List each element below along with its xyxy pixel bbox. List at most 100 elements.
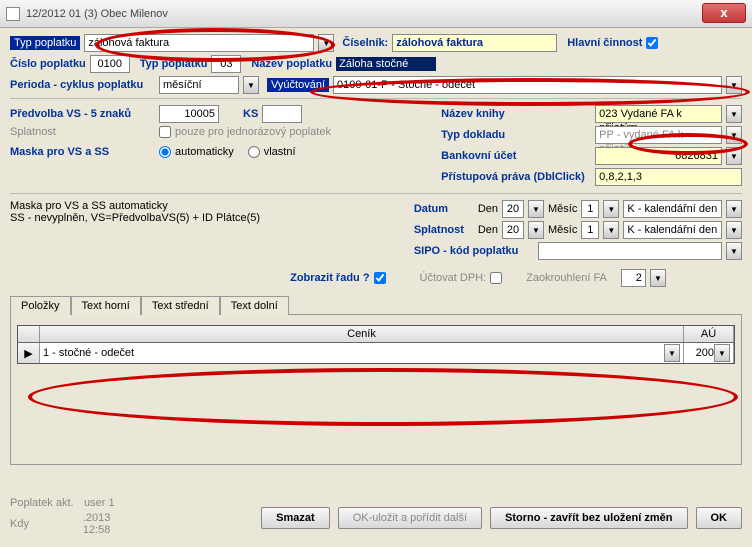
typ-poplatku-label: Typ poplatku — [10, 36, 80, 50]
maska-desc-1: Maska pro VS a SS automaticky — [10, 200, 404, 212]
tab-text-horni[interactable]: Text horní — [71, 296, 141, 315]
typ-poplatku2-label: Typ poplatku — [140, 58, 208, 70]
ks-input[interactable] — [262, 105, 302, 123]
splatnost-den-input[interactable]: 20 — [502, 221, 524, 239]
jednorazovy-checkbox[interactable] — [159, 126, 171, 138]
row-cenik-cell[interactable]: 1 - stočné - odečet ▼ — [40, 343, 684, 363]
ciselnik-value[interactable]: zálohová faktura — [392, 34, 557, 52]
perioda-select[interactable]: měsíční — [159, 76, 239, 94]
kdy-label: Kdy — [10, 518, 79, 530]
datum-den-input[interactable]: 20 — [502, 200, 524, 218]
nazev-knihy-select[interactable]: 023 Vydané FA k přijatým — [595, 105, 722, 123]
uctovat-checkbox[interactable] — [490, 272, 502, 284]
poplatek-akt-label: Poplatek akt. — [10, 497, 80, 509]
grid: Ceník AÚ ▶ 1 - stočné - odečet ▼ 200 ▼ — [17, 325, 735, 364]
maska-label: Maska pro VS a SS — [10, 146, 155, 158]
cislo-poplatku-input[interactable]: 0100 — [90, 55, 130, 73]
grid-row[interactable]: ▶ 1 - stočné - odečet ▼ 200 ▼ — [18, 343, 734, 363]
predvolba-input[interactable]: 10005 — [159, 105, 219, 123]
tabs: Položky Text horní Text střední Text dol… — [10, 295, 742, 315]
typ-poplatku-dropdown[interactable]: ▼ — [318, 34, 334, 52]
row-au-value: 200 — [687, 347, 714, 359]
splatnost-den-dropdown[interactable]: ▼ — [528, 221, 544, 239]
predvolba-label: Předvolba VS - 5 znaků — [10, 108, 155, 120]
ciselnik-label: Číselník: — [342, 37, 388, 49]
tab-text-dolni[interactable]: Text dolní — [220, 296, 289, 315]
datum-mesic-dropdown[interactable]: ▼ — [603, 200, 619, 218]
kdy-value: .2013 12:58 — [83, 512, 140, 536]
titlebar: 12/2012 01 (3) Obec Milenov x — [0, 0, 752, 28]
splatnost-mesic-label: Měsíc — [548, 224, 577, 236]
ok-ulozit-button[interactable]: OK-uložit a pořídit další — [338, 507, 482, 529]
typ-dokladu-select[interactable]: PP - vydané FA k přijatým — [595, 126, 722, 144]
datum-mesic-input[interactable]: 1 — [581, 200, 599, 218]
datum-den-dropdown[interactable]: ▼ — [528, 200, 544, 218]
prava-label: Přístupová práva (DblClick) — [441, 171, 591, 183]
datum-kal-dropdown[interactable]: ▼ — [726, 200, 742, 218]
zaokrouhleni-dropdown[interactable]: ▼ — [650, 269, 666, 287]
bank-ucet-dropdown[interactable]: ▼ — [726, 147, 742, 165]
bank-ucet-label: Bankovní účet — [441, 150, 591, 162]
bank-ucet-select[interactable]: 6826831 — [595, 147, 722, 165]
datum-kal-select[interactable]: K - kalendářní den — [623, 200, 722, 218]
sipo-label: SIPO - kód poplatku — [414, 245, 534, 257]
maska-auto-label: automaticky — [175, 146, 234, 158]
ks-label: KS — [243, 108, 258, 120]
splatnost-label: Splatnost — [10, 126, 155, 138]
poplatek-user: user 1 — [84, 497, 115, 509]
zobrazit-label: Zobrazit řadu ? — [290, 272, 369, 284]
smazat-button[interactable]: Smazat — [261, 507, 330, 529]
typ-dokladu-label: Typ dokladu — [441, 129, 591, 141]
jednorazovy-label: pouze pro jednorázový poplatek — [175, 126, 331, 138]
vyuctovani-label: Vyúčtování — [267, 78, 329, 92]
maska-desc-2: SS - nevyplněn, VS=PředvolbaVS(5) + ID P… — [10, 212, 404, 224]
tab-polozky[interactable]: Položky — [10, 296, 71, 315]
datum-label: Datum — [414, 203, 474, 215]
maska-vlastni-radio[interactable] — [248, 146, 260, 158]
tab-text-stredni[interactable]: Text střední — [141, 296, 220, 315]
app-icon — [6, 7, 20, 21]
vyuctovani-dropdown[interactable]: ▼ — [726, 76, 742, 94]
zaokrouhleni-label: Zaokrouhlení FA — [526, 272, 607, 284]
typ-poplatku-value: zálohová faktura — [84, 34, 314, 52]
sipo-select[interactable] — [538, 242, 722, 260]
row-au-dropdown[interactable]: ▼ — [714, 344, 730, 362]
splatnost-kal-select[interactable]: K - kalendářní den — [623, 221, 722, 239]
row-selector-icon[interactable]: ▶ — [18, 343, 40, 363]
prava-input[interactable]: 0,8,2,1,3 — [595, 168, 742, 186]
perioda-label: Perioda - cyklus poplatku — [10, 79, 155, 91]
nazev-poplatku-label: Název poplatku — [251, 58, 332, 70]
row-au-cell[interactable]: 200 ▼ — [684, 343, 734, 363]
nazev-knihy-dropdown[interactable]: ▼ — [726, 105, 742, 123]
row-cenik-dropdown[interactable]: ▼ — [664, 344, 680, 362]
hlavni-cinnost-label: Hlavní činnost — [567, 37, 642, 49]
splatnost2-label: Splatnost — [414, 224, 474, 236]
datum-mesic-label: Měsíc — [548, 203, 577, 215]
close-button[interactable]: x — [702, 3, 746, 23]
hlavni-cinnost-checkbox[interactable] — [646, 37, 658, 49]
datum-den-label: Den — [478, 203, 498, 215]
nazev-knihy-label: Název knihy — [441, 108, 591, 120]
zaokrouhleni-input[interactable]: 2 — [621, 269, 646, 287]
splatnost-mesic-input[interactable]: 1 — [581, 221, 599, 239]
storno-button[interactable]: Storno - zavřít bez uložení změn — [490, 507, 687, 529]
perioda-dropdown[interactable]: ▼ — [243, 76, 259, 94]
zobrazit-checkbox[interactable] — [374, 272, 386, 284]
ok-button[interactable]: OK — [696, 507, 743, 529]
typ-dokladu-dropdown[interactable]: ▼ — [726, 126, 742, 144]
grid-col-cenik: Ceník — [40, 326, 684, 342]
cislo-poplatku-label: Číslo poplatku — [10, 58, 86, 70]
row-cenik-value: 1 - stočné - odečet — [43, 347, 664, 359]
grid-col-selector — [18, 326, 40, 342]
grid-col-au: AÚ — [684, 326, 734, 342]
maska-auto-radio[interactable] — [159, 146, 171, 158]
splatnost-mesic-dropdown[interactable]: ▼ — [603, 221, 619, 239]
uctovat-label: Účtovat DPH: — [420, 272, 487, 284]
window-title: 12/2012 01 (3) Obec Milenov — [26, 8, 168, 20]
typ-poplatku2-input[interactable]: 03 — [211, 55, 241, 73]
nazev-poplatku-input[interactable]: Záloha stočné — [336, 57, 436, 71]
splatnost-kal-dropdown[interactable]: ▼ — [726, 221, 742, 239]
sipo-dropdown[interactable]: ▼ — [726, 242, 742, 260]
maska-vlastni-label: vlastní — [264, 146, 296, 158]
vyuctovani-select[interactable]: 0100-01-P - Stočné - odečet — [333, 76, 722, 94]
